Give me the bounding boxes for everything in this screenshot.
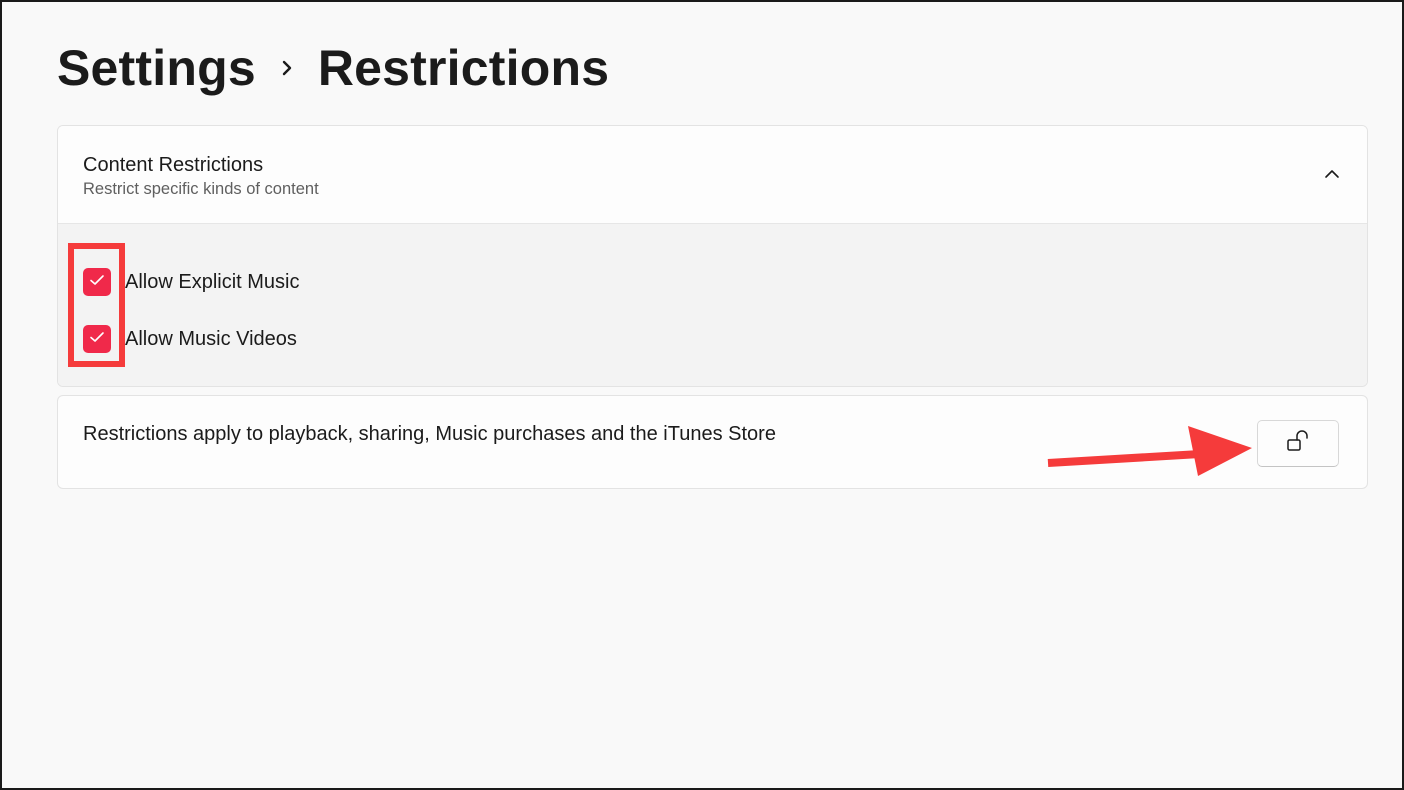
chevron-up-icon <box>1324 166 1340 184</box>
restrictions-info-text: Restrictions apply to playback, sharing,… <box>83 423 776 445</box>
chevron-right-icon <box>256 36 318 100</box>
content-restrictions-title: Content Restrictions <box>83 154 264 176</box>
checkbox-highlight-annotation <box>68 243 125 367</box>
page-title: Restrictions <box>317 40 610 96</box>
breadcrumb: Settings Restrictions <box>57 36 609 100</box>
content-restrictions-subtitle: Restrict specific kinds of content <box>83 180 319 198</box>
collapse-button[interactable] <box>1315 158 1349 192</box>
breadcrumb-settings-link[interactable]: Settings <box>57 39 256 97</box>
unlocked-padlock-icon <box>1285 428 1311 459</box>
allow-explicit-music-label: Allow Explicit Music <box>125 270 300 293</box>
content-restrictions-body: Allow Explicit Music Allow Music Videos <box>58 224 1367 386</box>
allow-music-videos-label: Allow Music Videos <box>125 327 297 350</box>
content-restrictions-header[interactable]: Content Restrictions Restrict specific k… <box>58 126 1367 224</box>
content-restrictions-card: Content Restrictions Restrict specific k… <box>57 125 1368 387</box>
pointer-arrow-annotation <box>1047 426 1252 476</box>
lock-button[interactable] <box>1257 420 1339 467</box>
